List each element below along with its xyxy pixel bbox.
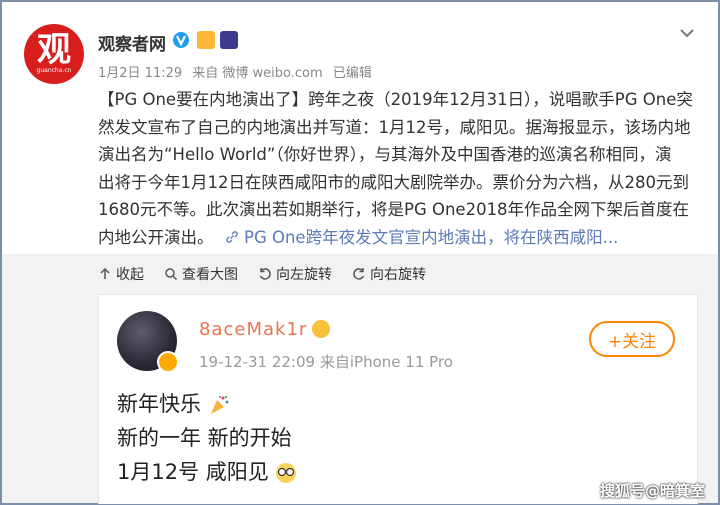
- vip-badge-icon: [197, 31, 215, 49]
- weibo-post: 观 guancha.cn 观察者网 1月2日 11:29 来自 微博 weibo…: [0, 0, 720, 505]
- repost-meta: 19-12-31 22:09 来自iPhone 11 Pro: [199, 351, 453, 372]
- avatar-glyph: 观: [37, 30, 71, 70]
- topic-tag[interactable]: 【PG One要在内地演出了】: [98, 90, 308, 109]
- watermark: 搜狐号@暗箕室: [600, 482, 706, 500]
- repost-line: 新的一年 新的开始: [117, 426, 292, 450]
- author-avatar[interactable]: 观 guancha.cn: [24, 24, 84, 84]
- repost-author-name[interactable]: 8aceMak1r: [199, 319, 307, 340]
- party-popper-icon: [210, 395, 229, 414]
- collapse-button[interactable]: 收起: [98, 264, 144, 284]
- repost-line: 新年快乐: [117, 392, 201, 416]
- search-icon: [165, 268, 178, 281]
- rotate-right-icon: [353, 268, 365, 280]
- body-line: 跨年之夜（2019年12月31日），说唱歌手PG One突: [308, 90, 693, 109]
- rotate-right-button[interactable]: 向右旋转: [352, 264, 426, 284]
- glasses-emoji-icon: [276, 463, 297, 483]
- rotate-left-label: 向左旋转: [276, 267, 332, 283]
- repost-avatar[interactable]: [117, 311, 179, 373]
- arrow-up-icon: [100, 267, 110, 279]
- body-line: 演出名为“Hello World”（你好世界），与其海外及中国香港的巡演名称相同…: [98, 145, 672, 165]
- follow-button[interactable]: +关注: [589, 321, 675, 357]
- chevron-down-icon[interactable]: [678, 24, 696, 42]
- link-icon: [226, 231, 238, 243]
- rotate-left-icon: [259, 268, 271, 280]
- edited-label: 已编辑: [332, 66, 372, 81]
- crown-icon: [312, 320, 330, 338]
- body-line: 内地公开演出。: [98, 227, 214, 247]
- rotate-left-button[interactable]: 向左旋转: [258, 264, 332, 284]
- embedded-screenshot: 8aceMak1r 19-12-31 22:09 来自iPhone 11 Pro…: [98, 294, 698, 504]
- body-line: 出将于今年1月12日在陕西咸阳市的咸阳大剧院举办。票价分为六档，从280元到: [98, 172, 689, 192]
- repost-date: 19-12-31 22:09: [199, 353, 316, 371]
- body-line: 1680元不等。此次演出若如期举行，将是PG One2018年作品全网下架后首度…: [98, 200, 690, 220]
- repost-line: 1月12号 咸阳见: [117, 460, 269, 484]
- body-line: 然发文宣布了自己的内地演出并写道：1月12号，咸阳见。据海报显示，该场内地: [98, 117, 691, 137]
- post-body: 【PG One要在内地演出了】跨年之夜（2019年12月31日），说唱歌手PG …: [98, 86, 698, 252]
- view-large-label: 查看大图: [182, 267, 238, 283]
- verified-icon: [173, 32, 189, 48]
- article-link[interactable]: PG One跨年夜发文官宣内地演出，将在陕西咸阳...: [244, 228, 618, 247]
- repost-text: 新年快乐 新的一年 新的开始 1月12号 咸阳见: [117, 387, 297, 489]
- rotate-right-label: 向右旋转: [370, 267, 426, 283]
- post-meta: 1月2日 11:29 来自 微博 weibo.com 已编辑: [98, 62, 378, 81]
- collapse-label: 收起: [116, 267, 144, 283]
- medal-badge-icon: [220, 31, 238, 49]
- repost-source: 来自iPhone 11 Pro: [319, 353, 453, 371]
- post-source: 来自 微博 weibo.com: [192, 66, 323, 81]
- post-date[interactable]: 1月2日 11:29: [98, 66, 182, 81]
- avatar-url: guancha.cn: [36, 67, 72, 74]
- view-large-button[interactable]: 查看大图: [164, 264, 238, 284]
- author-name[interactable]: 观察者网: [98, 30, 166, 55]
- verified-icon: [157, 351, 179, 373]
- image-toolbar: 收起 查看大图 向左旋转 向右旋转: [98, 264, 426, 284]
